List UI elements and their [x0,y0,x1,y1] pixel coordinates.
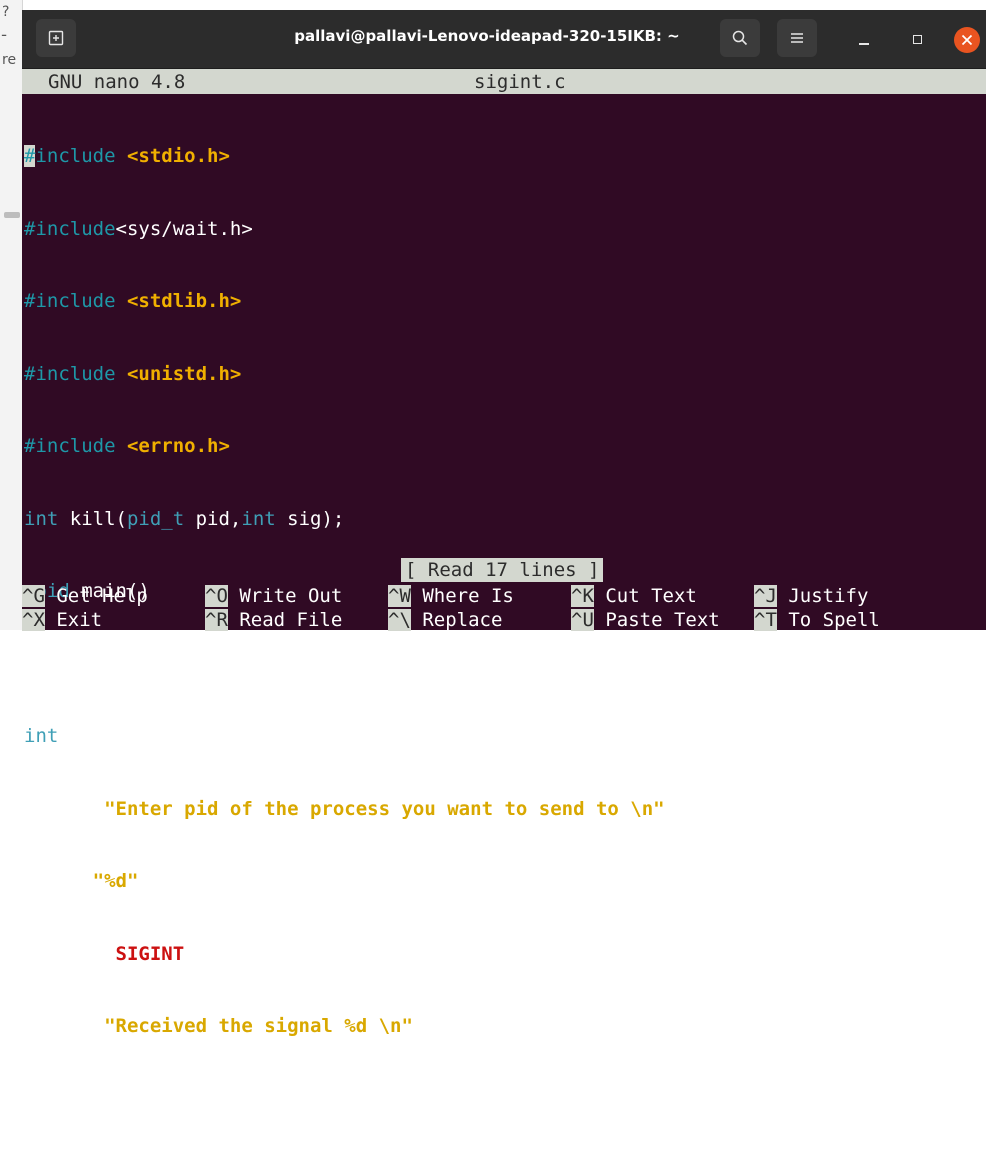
code-line: } [24,1087,36,1110]
code-line: #include<sys/wait.h> [24,217,984,242]
shortcut-label: Justify [788,585,869,607]
shortcut-label: Exit [56,609,103,631]
type-keyword: int [24,725,59,747]
code-line: #include <stdlib.h> [24,289,984,314]
terminal-window: pallavi@pallavi-Lenovo-ideapad-320-15IKB… [22,10,986,1110]
new-tab-icon [48,30,64,46]
shortcut-label: Replace [422,609,503,631]
shortcut-key: ^W [388,585,411,607]
code-line: int kill(pid_t pid,int sig); [24,507,345,530]
include-header: <sys/wait.h> [115,217,253,240]
code-line: printf("Received the signal %d \n",errno… [24,1015,505,1037]
search-icon [732,30,748,46]
maximize-icon [913,35,922,44]
shortcut-bar: ^G Get Help ^O Write Out ^W Where Is ^K … [22,584,986,632]
include-header: <stdio.h> [126,145,230,167]
type-keyword: pid_t [126,507,185,530]
maximize-button[interactable] [908,30,928,50]
signal-constant: SIGINT [115,942,185,965]
shortcut-key: ^J [754,585,777,607]
preprocessor-keyword: #include [24,217,116,240]
code-line: kill(id,SIGINT); [24,942,208,965]
type-keyword: int [24,507,59,530]
nano-header-bar: GNU nano 4.8 sigint.c [22,69,986,94]
shortcut-label: Read File [239,609,343,631]
shortcut-where-is[interactable]: ^W Where Is [388,584,514,608]
include-header: <unistd.h> [126,362,242,385]
shortcut-get-help[interactable]: ^G Get Help [22,584,148,608]
window-title: pallavi@pallavi-Lenovo-ideapad-320-15IKB… [294,27,680,45]
preprocessor-keyword: #include [24,290,116,312]
type-keyword: int [241,507,276,530]
code-line: { [24,652,36,675]
preprocessor-keyword: #include [24,435,116,457]
shortcut-label: Cut Text [605,585,697,607]
shortcut-read-file[interactable]: ^R Read File [205,608,342,632]
hamburger-menu-icon [791,33,803,43]
include-header: <stdlib.h> [126,290,242,312]
shortcut-key: ^G [22,585,45,607]
shortcut-cut-text[interactable]: ^K Cut Text [571,584,697,608]
code-line: printf("Enter pid of the process you wan… [24,797,688,820]
desktop-edge: ? ـ re [0,0,23,630]
shortcut-exit[interactable]: ^X Exit [22,608,102,632]
minimize-icon [859,43,869,45]
file-name: sigint.c [474,71,566,93]
code-line: int id; [24,725,105,747]
shortcut-label: Write Out [239,585,343,607]
shortcut-label: Get Help [56,585,148,607]
preprocessor-keyword: include [35,145,116,167]
desktop-text-fragment: ? [2,4,10,20]
shortcut-label: Paste Text [605,609,720,631]
code-editor[interactable]: #include <stdio.h> #include<sys/wait.h> … [24,96,984,1110]
close-icon [961,34,973,46]
nano-version: GNU nano 4.8 [48,71,186,93]
shortcut-key: ^R [205,609,228,631]
code-line: #include <errno.h> [24,434,984,459]
code-line: #include <stdio.h> [24,144,984,169]
titlebar: pallavi@pallavi-Lenovo-ideapad-320-15IKB… [22,10,986,69]
string-literal: "Received the signal %d \n" [104,1015,413,1037]
desktop-text-fragment: re [2,52,17,68]
desktop-text-fragment: ـ [2,24,7,40]
shortcut-write-out[interactable]: ^O Write Out [205,584,342,608]
shortcut-to-spell[interactable]: ^T To Spell [754,608,880,632]
shortcut-label: Where Is [422,585,514,607]
close-button[interactable] [954,27,980,53]
new-tab-button[interactable] [36,19,76,57]
search-button[interactable] [720,19,760,57]
menu-button[interactable] [777,19,817,57]
shortcut-replace[interactable]: ^\ Replace [388,608,502,632]
shortcut-key: ^O [205,585,228,607]
minimize-button[interactable] [854,30,874,50]
string-literal: "%d" [92,870,139,892]
shortcut-paste-text[interactable]: ^U Paste Text [571,608,720,632]
shortcut-justify[interactable]: ^J Justify [754,584,868,608]
preprocessor-keyword: #include [24,362,116,385]
text-cursor: # [24,145,36,167]
shortcut-key: ^T [754,609,777,631]
string-literal: "Enter pid of the process you want to se… [104,797,665,820]
shortcut-key: ^K [571,585,594,607]
code-line: #include <unistd.h> [24,362,984,387]
shortcut-key: ^\ [388,609,411,631]
status-message: [ Read 17 lines ] [401,558,604,582]
desktop-scrollbar-fragment [4,212,20,218]
shortcut-key: ^X [22,609,45,631]
code-line: scanf("%d",&id); [24,870,208,892]
shortcut-key: ^U [571,609,594,631]
include-header: <errno.h> [126,435,230,457]
shortcut-label: To Spell [788,609,880,631]
